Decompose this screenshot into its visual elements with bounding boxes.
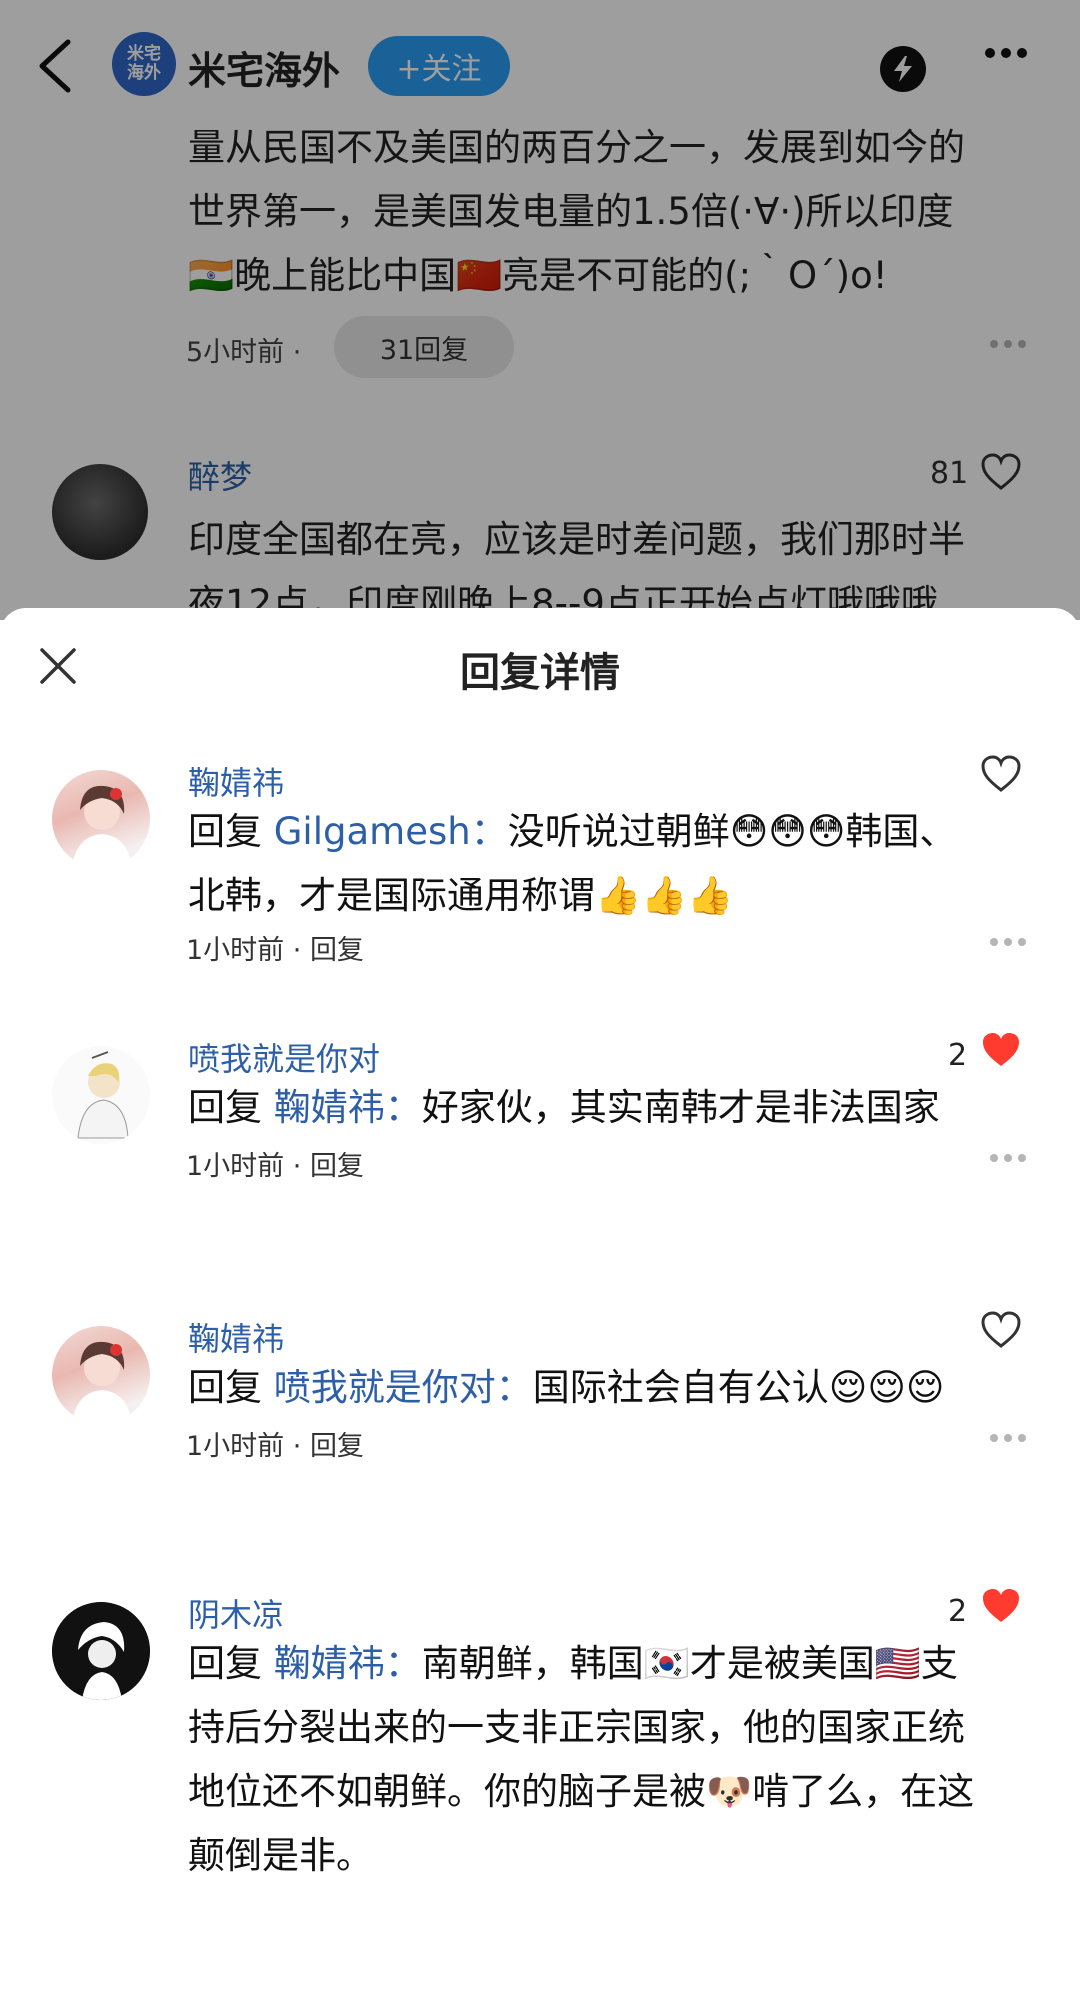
reply-prefix: 回复	[188, 810, 274, 853]
avatar[interactable]	[52, 1326, 150, 1424]
like-count: 2	[948, 1594, 968, 1629]
heart-icon[interactable]	[980, 754, 1022, 798]
mention-link[interactable]: 鞠婧祎：	[274, 1642, 422, 1685]
mention-link[interactable]: Gilgamesh：	[274, 810, 508, 853]
back-arrow-icon	[39, 39, 71, 93]
reply-body: 持后分裂出来的一支非正宗国家，他的国家正统	[188, 1706, 965, 1749]
like-count: 81	[930, 456, 969, 491]
reply-author[interactable]: 阴木凉	[188, 1590, 284, 1636]
reply-text: 回复 喷我就是你对：国际社会自有公认😌😌😌	[188, 1356, 1033, 1420]
back-button[interactable]	[26, 30, 96, 100]
account-avatar-text: 米宅海外	[127, 44, 161, 83]
reply-prefix: 回复	[188, 1086, 274, 1129]
reply-body: 国际社会自有公认😌😌😌	[532, 1366, 945, 1409]
avatar[interactable]	[52, 1046, 150, 1144]
reply-body: 南朝鲜，韩国🇰🇷才是被美国🇺🇸支	[421, 1642, 958, 1685]
more-icon[interactable]	[985, 48, 1027, 58]
like-count: 2	[948, 1038, 968, 1073]
avatar[interactable]	[52, 770, 150, 868]
reply-author[interactable]: 喷我就是你对	[188, 1034, 380, 1080]
reply-body: 北韩，才是国际通用称谓👍👍👍	[188, 874, 734, 917]
sheet-title: 回复详情	[460, 650, 620, 696]
reply-prefix: 回复	[188, 1366, 274, 1409]
more-icon[interactable]	[990, 1154, 1026, 1162]
more-icon[interactable]	[990, 1434, 1026, 1442]
post-time: 5小时前 ·	[186, 337, 302, 368]
replies-pill-button[interactable]: 31回复	[334, 316, 514, 378]
post-text-line: 量从民国不及美国的两百分之一，发展到如今的	[188, 126, 965, 169]
flash-icon[interactable]	[880, 46, 926, 92]
reply-author[interactable]: 鞠婧祎	[188, 758, 284, 804]
reply-meta: 1小时前 · 回复	[186, 935, 364, 966]
reply-detail-sheet: 回复详情 鞠婧祎 回复 Gilgamesh：没听说过朝鲜😳😳😳韩国、 北韩，才是…	[0, 608, 1080, 1993]
reply-text: 回复 鞠婧祎：好家伙，其实南韩才是非法国家	[188, 1076, 1033, 1140]
account-name[interactable]: 米宅海外	[188, 40, 340, 95]
more-icon[interactable]	[990, 340, 1026, 348]
heart-icon[interactable]	[980, 452, 1022, 496]
account-avatar[interactable]: 米宅海外	[112, 32, 176, 96]
reply-time: 1小时前	[186, 1151, 285, 1182]
reply-button[interactable]: 回复	[310, 1151, 364, 1182]
reply-meta: 1小时前 · 回复	[186, 1151, 364, 1182]
reply-button[interactable]: 回复	[310, 935, 364, 966]
reply-time: 1小时前	[186, 1431, 285, 1462]
reply-body: 颠倒是非。	[188, 1834, 373, 1877]
reply-text: 回复 Gilgamesh：没听说过朝鲜😳😳😳韩国、 北韩，才是国际通用称谓👍👍👍	[188, 800, 1033, 928]
heart-icon[interactable]	[980, 1310, 1022, 1354]
heart-icon[interactable]	[980, 1586, 1022, 1630]
post-text-line: 🇮🇳晚上能比中国🇨🇳亮是不可能的(;｀O´)o!	[188, 254, 888, 297]
more-icon[interactable]	[990, 938, 1026, 946]
reply-prefix: 回复	[188, 1642, 274, 1685]
reply-time: 1小时前	[186, 935, 285, 966]
reply-button[interactable]: 回复	[310, 1431, 364, 1462]
mention-link[interactable]: 喷我就是你对：	[274, 1366, 533, 1409]
post-text-line: 世界第一，是美国发电量的1.5倍(·∀·)所以印度	[188, 190, 954, 233]
reply-body: 没听说过朝鲜😳😳😳韩国、	[507, 810, 957, 853]
avatar[interactable]	[52, 1602, 150, 1700]
comment-author[interactable]: 醉梦	[188, 452, 252, 498]
reply-author[interactable]: 鞠婧祎	[188, 1314, 284, 1360]
avatar[interactable]	[52, 464, 148, 560]
top-bar: 米宅海外 米宅海外 +关注	[0, 0, 1080, 130]
mention-link[interactable]: 鞠婧祎：	[274, 1086, 422, 1129]
reply-meta: 1小时前 · 回复	[186, 1431, 364, 1462]
reply-text: 回复 鞠婧祎：南朝鲜，韩国🇰🇷才是被美国🇺🇸支 持后分裂出来的一支非正宗国家，他…	[188, 1632, 1033, 1888]
background-post-page: 米宅海外 米宅海外 +关注 量从民国不及美国的两百分之一，发展到如今的 世界第一…	[0, 0, 1080, 625]
reply-body: 好家伙，其实南韩才是非法国家	[421, 1086, 940, 1129]
heart-icon[interactable]	[980, 1030, 1022, 1074]
post-time-text: 5小时前	[186, 337, 285, 368]
reply-body: 地位还不如朝鲜。你的脑子是被🐶啃了么，在这	[188, 1770, 975, 1813]
comment-text-line: 印度全国都在亮，应该是时差问题，我们那时半	[188, 518, 965, 561]
follow-button[interactable]: +关注	[368, 36, 510, 96]
